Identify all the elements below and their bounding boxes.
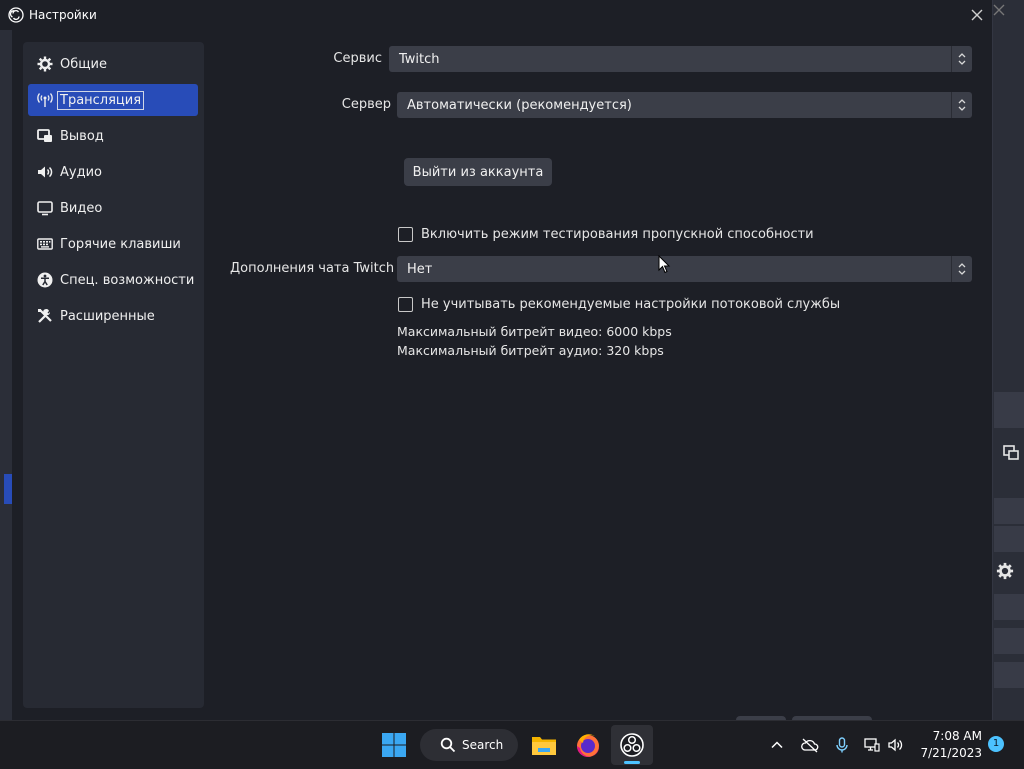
max-audio-bitrate: Максимальный битрейт аудио: 320 kbps <box>397 343 664 358</box>
mouse-cursor-icon <box>658 255 671 274</box>
chat-addons-value: Нет <box>407 261 433 277</box>
service-value: Twitch <box>399 51 440 67</box>
sidebar-item-label: Аудио <box>60 164 102 180</box>
taskbar-search-button[interactable]: Search <box>420 729 518 761</box>
server-value: Автоматически (рекомендуется) <box>407 97 632 113</box>
background-panel-row <box>994 498 1024 524</box>
background-panel-row <box>994 662 1024 688</box>
background-window-selection <box>4 474 12 504</box>
dock-tile-icon[interactable] <box>1002 444 1020 462</box>
output-icon <box>37 129 52 142</box>
bandwidth-test-label: Включить режим тестирования пропускной с… <box>421 227 814 242</box>
close-icon[interactable] <box>968 6 986 24</box>
sidebar-item-general[interactable]: Общие <box>28 48 198 80</box>
sidebar-item-advanced[interactable]: Расширенные <box>28 300 198 332</box>
search-label: Search <box>462 738 504 752</box>
window-title: Настройки <box>29 8 97 22</box>
gear-icon <box>37 56 53 72</box>
chevron-updown-icon <box>951 46 972 72</box>
sidebar-item-label: Общие <box>60 56 107 72</box>
tools-icon <box>38 309 52 323</box>
checkbox-box[interactable] <box>398 297 413 312</box>
obs-app-icon[interactable] <box>618 731 646 759</box>
chevron-up-icon[interactable] <box>769 737 785 753</box>
background-gear-icon[interactable] <box>996 562 1014 580</box>
monitor-icon <box>37 201 53 216</box>
background-close-icon <box>993 4 1005 16</box>
sidebar-item-accessibility[interactable]: Спец. возможности <box>28 264 198 296</box>
speaker-icon <box>38 166 53 178</box>
windows-start-icon[interactable] <box>380 731 408 759</box>
logout-button[interactable]: Выйти из аккаунта <box>404 158 552 186</box>
sidebar-item-label: Расширенные <box>60 308 155 324</box>
firefox-icon[interactable] <box>574 731 602 759</box>
clock-time: 7:08 AM <box>932 729 982 743</box>
checkbox-box[interactable] <box>398 227 413 242</box>
sidebar-item-audio[interactable]: Аудио <box>28 156 198 188</box>
sidebar-item-label: Спец. возможности <box>60 272 195 288</box>
microphone-icon[interactable] <box>834 737 850 753</box>
volume-icon[interactable] <box>888 737 904 753</box>
active-app-indicator <box>624 761 640 764</box>
chat-addons-select[interactable]: Нет <box>397 256 972 282</box>
cloud-offline-icon[interactable] <box>801 737 819 753</box>
sidebar-item-label: Трансляция <box>57 90 145 110</box>
background-panel-row <box>994 594 1024 620</box>
server-label: Сервер <box>341 97 391 112</box>
background-panel-row <box>994 526 1024 552</box>
title-bar: Настройки <box>0 0 992 30</box>
network-icon[interactable] <box>864 737 880 753</box>
search-icon <box>440 737 456 753</box>
sidebar-item-stream[interactable]: Трансляция <box>28 84 198 116</box>
taskbar: Search 7:08 AM 7/21/2023 1 <box>0 720 1024 769</box>
notification-badge[interactable]: 1 <box>988 736 1004 752</box>
sidebar-item-video[interactable]: Видео <box>28 192 198 224</box>
broadcast-icon <box>37 93 53 107</box>
background-window-left-edge <box>0 0 12 720</box>
taskbar-clock[interactable]: 7:08 AM 7/21/2023 <box>910 728 982 762</box>
service-select[interactable]: Twitch <box>389 46 972 72</box>
obs-logo-icon <box>8 7 24 23</box>
ignore-recommended-label: Не учитывать рекомендуемые настройки пот… <box>421 297 841 312</box>
settings-sidebar: Общие Трансляция Вывод Аудио Видео Горяч… <box>23 42 204 708</box>
server-select[interactable]: Автоматически (рекомендуется) <box>397 92 972 118</box>
file-explorer-icon[interactable] <box>530 731 558 759</box>
chat-addons-label: Дополнения чата Twitch <box>230 261 395 276</box>
chevron-updown-icon <box>951 256 972 282</box>
background-panel-row <box>994 628 1024 654</box>
service-label: Сервис <box>333 51 382 66</box>
sidebar-item-hotkeys[interactable]: Горячие клавиши <box>28 228 198 260</box>
background-panel-row <box>994 392 1024 428</box>
chevron-updown-icon <box>951 92 972 118</box>
accessibility-icon <box>37 272 53 288</box>
sidebar-item-label: Видео <box>60 200 103 216</box>
sidebar-item-label: Горячие клавиши <box>60 236 181 252</box>
bandwidth-test-checkbox[interactable]: Включить режим тестирования пропускной с… <box>398 227 814 242</box>
sidebar-item-output[interactable]: Вывод <box>28 120 198 152</box>
max-video-bitrate: Максимальный битрейт видео: 6000 kbps <box>397 324 672 339</box>
sidebar-item-label: Вывод <box>60 128 104 144</box>
clock-date: 7/21/2023 <box>920 746 982 760</box>
ignore-recommended-checkbox[interactable]: Не учитывать рекомендуемые настройки пот… <box>398 297 840 312</box>
keyboard-icon <box>37 238 53 250</box>
